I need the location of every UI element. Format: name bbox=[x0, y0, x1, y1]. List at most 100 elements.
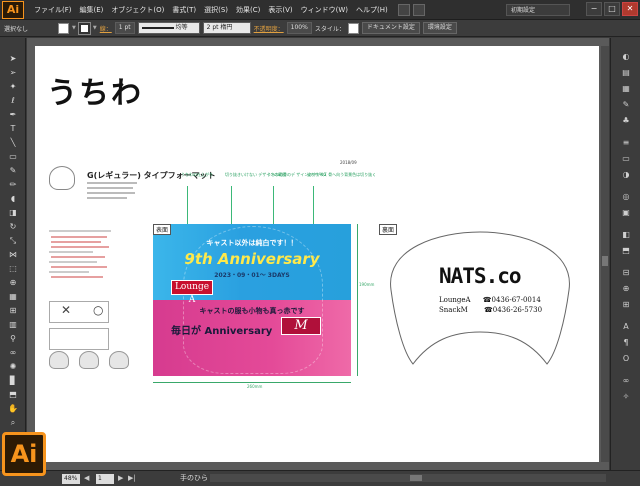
menu-select[interactable]: 選択(S) bbox=[200, 0, 232, 20]
notes-line bbox=[49, 271, 89, 273]
last-artboard-icon[interactable]: ▶| bbox=[128, 474, 136, 482]
align-icon[interactable]: ⊟ bbox=[619, 268, 633, 278]
rotate-tool-icon[interactable]: ↻ bbox=[7, 222, 19, 232]
eyedropper-tool-icon[interactable]: ⚲ bbox=[7, 334, 19, 344]
arrange-documents-icon[interactable] bbox=[412, 3, 425, 16]
illustrator-badge-logo: Ai bbox=[2, 432, 46, 476]
eraser-tool-icon[interactable]: ◨ bbox=[7, 208, 19, 218]
previous-artboard-icon[interactable]: ◀ bbox=[84, 474, 89, 482]
vertical-scroll-thumb[interactable] bbox=[602, 256, 608, 266]
chevron-down-icon[interactable]: ▼ bbox=[93, 25, 97, 31]
swatches-icon[interactable]: ▦ bbox=[619, 84, 633, 94]
free-transform-tool-icon[interactable]: ⬚ bbox=[7, 264, 19, 274]
hand-tool-icon[interactable]: ✋ bbox=[7, 404, 19, 414]
paragraph-icon[interactable]: ¶ bbox=[619, 338, 633, 348]
menu-effect[interactable]: 効果(C) bbox=[232, 0, 264, 20]
horizontal-scroll-thumb[interactable] bbox=[410, 475, 422, 481]
stroke-weight-field[interactable]: 1 pt bbox=[114, 22, 135, 34]
line-tool-icon[interactable]: ╲ bbox=[7, 138, 19, 148]
menu-type[interactable]: 書式(T) bbox=[168, 0, 200, 20]
perspective-grid-tool-icon[interactable]: ▦ bbox=[7, 292, 19, 302]
artboard-tool-icon[interactable]: ⬒ bbox=[7, 390, 19, 400]
opentype-icon[interactable]: O bbox=[619, 354, 633, 364]
gradient-tool-icon[interactable]: ▥ bbox=[7, 320, 19, 330]
close-button[interactable]: ✕ bbox=[622, 2, 638, 16]
stroke-swatch[interactable] bbox=[77, 21, 91, 35]
character-icon[interactable]: A bbox=[619, 322, 633, 332]
direct-selection-tool-icon[interactable]: ➢ bbox=[7, 68, 19, 78]
color-guide-icon[interactable]: ▤ bbox=[619, 68, 633, 78]
artboard[interactable]: うちわ G(レギュラー) タイプフォーマット 2018/09 ✕ ○ うちわの仕… bbox=[35, 46, 599, 462]
column-graph-tool-icon[interactable]: ▊ bbox=[7, 376, 19, 386]
back-row: SnackM ☎0436-26-5730 bbox=[439, 306, 542, 314]
menu-bar: Ai ファイル(F) 編集(E) オブジェクト(O) 書式(T) 選択(S) 効… bbox=[0, 0, 640, 20]
front-date: 2023・09・01〜 3DAYS bbox=[214, 272, 290, 279]
symbol-sprayer-tool-icon[interactable]: ✺ bbox=[7, 362, 19, 372]
minimize-button[interactable]: − bbox=[586, 2, 602, 16]
menu-window[interactable]: ウィンドウ(W) bbox=[297, 0, 352, 20]
transform-icon[interactable]: ⊞ bbox=[619, 300, 633, 310]
stroke-panel-icon[interactable]: ≡ bbox=[619, 138, 633, 148]
symbols-icon[interactable]: ♣ bbox=[619, 116, 633, 126]
next-artboard-icon[interactable]: ▶ bbox=[118, 474, 123, 482]
front-design[interactable]: キャスト以外は純白です！！ 9th Anniversary 2023・09・01… bbox=[153, 224, 351, 376]
artboards-icon[interactable]: ⬒ bbox=[619, 246, 633, 256]
gradient-panel-icon[interactable]: ▭ bbox=[619, 154, 633, 164]
type-tool-icon[interactable]: T bbox=[7, 124, 19, 134]
callout-line bbox=[313, 186, 314, 224]
blob-brush-tool-icon[interactable]: ◖ bbox=[7, 194, 19, 204]
zoom-tool-icon[interactable]: ⌕ bbox=[7, 418, 19, 428]
document-setup-button[interactable]: ドキュメント設定 bbox=[361, 22, 420, 34]
artboard-number-field[interactable]: 1 bbox=[96, 474, 114, 484]
callout-line bbox=[187, 186, 188, 224]
preferences-button[interactable]: 環境設定 bbox=[422, 22, 457, 34]
appearance-icon[interactable]: ◎ bbox=[619, 192, 633, 202]
back-row-phone: ☎0436-67-0014 bbox=[482, 296, 541, 304]
menu-help[interactable]: ヘルプ(H) bbox=[352, 0, 392, 20]
brushes-icon[interactable]: ✎ bbox=[619, 100, 633, 110]
rectangle-tool-icon[interactable]: ▭ bbox=[7, 152, 19, 162]
pathfinder-icon[interactable]: ⊕ bbox=[619, 284, 633, 294]
paintbrush-tool-icon[interactable]: ✎ bbox=[7, 166, 19, 176]
navigator-icon[interactable]: ✧ bbox=[619, 392, 633, 402]
canvas-area[interactable]: うちわ G(レギュラー) タイプフォーマット 2018/09 ✕ ○ うちわの仕… bbox=[27, 38, 609, 470]
color-panel-icon[interactable]: ◐ bbox=[619, 52, 633, 62]
zoom-level-field[interactable]: 48% bbox=[62, 474, 80, 484]
spec-line bbox=[87, 187, 133, 189]
menu-edit[interactable]: 編集(E) bbox=[76, 0, 108, 20]
lasso-tool-icon[interactable]: ℓ bbox=[7, 96, 19, 106]
menu-object[interactable]: オブジェクト(O) bbox=[107, 0, 168, 20]
horizontal-scrollbar[interactable] bbox=[210, 474, 606, 482]
width-tool-icon[interactable]: ⋈ bbox=[7, 250, 19, 260]
layers-icon[interactable]: ◧ bbox=[619, 230, 633, 240]
magic-wand-tool-icon[interactable]: ✦ bbox=[7, 82, 19, 92]
selection-status: 選択なし bbox=[4, 25, 29, 33]
graphic-styles-icon[interactable]: ▣ bbox=[619, 208, 633, 218]
shape-builder-tool-icon[interactable]: ⊕ bbox=[7, 278, 19, 288]
pencil-tool-icon[interactable]: ✏ bbox=[7, 180, 19, 190]
variable-width-profile[interactable]: 均等 bbox=[137, 22, 200, 34]
opacity-label[interactable]: 不透明度： bbox=[254, 24, 284, 33]
graphic-style-swatch[interactable] bbox=[347, 22, 359, 34]
links-icon[interactable]: ∞ bbox=[619, 376, 633, 386]
chevron-down-icon[interactable]: ▼ bbox=[72, 25, 76, 31]
mesh-tool-icon[interactable]: ⊞ bbox=[7, 306, 19, 316]
fill-swatch[interactable] bbox=[58, 22, 70, 34]
scale-tool-icon[interactable]: ⤡ bbox=[7, 236, 19, 246]
app-logo: Ai bbox=[2, 0, 24, 19]
menu-view[interactable]: 表示(V) bbox=[264, 0, 296, 20]
callout-line bbox=[231, 186, 232, 224]
blend-tool-icon[interactable]: ∞ bbox=[7, 348, 19, 358]
menu-file[interactable]: ファイル(F) bbox=[30, 0, 76, 20]
bridge-icon[interactable] bbox=[397, 3, 410, 16]
window-controls: − □ ✕ bbox=[586, 2, 638, 16]
maximize-button[interactable]: □ bbox=[604, 2, 620, 16]
opacity-field[interactable]: 100% bbox=[286, 22, 312, 34]
transparency-icon[interactable]: ◑ bbox=[619, 170, 633, 180]
stroke-label[interactable]: 線： bbox=[100, 24, 112, 33]
brush-definition[interactable]: 2 pt 楕円 bbox=[202, 22, 251, 34]
workspace-switcher[interactable]: 初期設定 bbox=[506, 4, 570, 16]
vertical-scrollbar[interactable] bbox=[601, 46, 609, 462]
selection-tool-icon[interactable]: ➤ bbox=[7, 54, 19, 64]
pen-tool-icon[interactable]: ✒ bbox=[7, 110, 19, 120]
